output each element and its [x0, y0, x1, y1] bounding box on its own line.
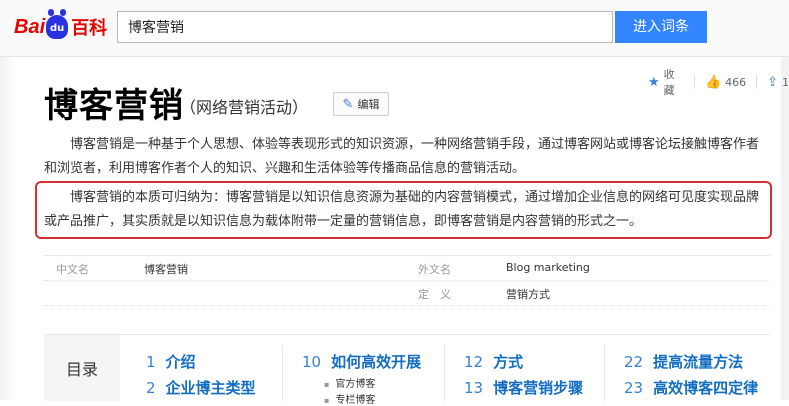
toc-item[interactable]: 10 如何高效开展: [302, 351, 421, 372]
toc-item-number: 1: [146, 353, 156, 371]
toc-item-number: 12: [464, 353, 484, 371]
toc-item-number: 2: [146, 379, 156, 397]
toc-item-label: 企业博主类型: [165, 379, 256, 397]
search-input[interactable]: [117, 11, 613, 43]
toc-title: 目录: [44, 335, 120, 401]
logo-text: Bai: [14, 15, 46, 38]
toc-item[interactable]: 2 企业博主类型: [146, 377, 256, 398]
info-value: 营销方式: [506, 288, 550, 301]
table-of-contents: 目录 1 介绍 2 企业博主类型 10 如何高效开展 官方博客 专栏博客 12 方式 1…: [44, 334, 770, 406]
toc-item-label: 博客营销步骤: [493, 379, 584, 397]
info-name: 外文名: [418, 263, 451, 276]
page-subtitle: （网络营销活动）: [180, 98, 309, 117]
info-value: Blog marketing: [506, 261, 590, 274]
entry-tools: ★ 收藏 👍 466 ⇪ 1: [648, 66, 789, 98]
column-divider: [444, 345, 445, 401]
toc-subitem[interactable]: 官方博客: [324, 375, 375, 390]
toc-item[interactable]: 13 博客营销步骤: [464, 377, 583, 398]
basic-info-table: 中文名 博客营销 外文名 Blog marketing 定 义 营销方式: [44, 255, 770, 306]
toc-item[interactable]: 1 介绍: [146, 351, 196, 372]
toc-item-label: 方式: [493, 353, 524, 371]
column-divider: [282, 345, 283, 401]
baidu-baike-logo[interactable]: Bai du 百科: [14, 9, 108, 44]
enter-entry-button[interactable]: 进入词条: [615, 11, 707, 43]
toc-item-label: 如何高效开展: [331, 353, 422, 371]
divider: [694, 75, 695, 89]
summary-paragraph-1: 博客营销是一种基于个人思想、体验等表现形式的知识资源，一种网络营销手段，通过博客…: [44, 137, 760, 176]
info-name: 定 义: [418, 288, 451, 301]
toc-item-number: 13: [464, 379, 484, 397]
info-name: 中文名: [56, 263, 89, 276]
toc-item-number: 22: [624, 353, 644, 371]
edit-label: 编辑: [357, 98, 380, 111]
edit-button[interactable]: ✎ 编辑: [333, 92, 389, 116]
toc-item-number: 23: [624, 379, 644, 397]
basic-info-row: 定 义 营销方式: [44, 281, 770, 306]
basic-info-row: 中文名 博客营销 外文名 Blog marketing: [44, 256, 770, 281]
top-bar: Bai du 百科 进入词条: [0, 0, 789, 57]
logo-baike-text: 百科: [71, 18, 108, 39]
column-divider: [604, 345, 605, 401]
right-shadow: [781, 57, 789, 400]
favorite-link[interactable]: 收藏: [664, 66, 684, 98]
like-count[interactable]: 466: [725, 76, 746, 89]
star-icon[interactable]: ★: [648, 75, 660, 90]
page-title: 博客营销: [44, 86, 184, 126]
toc-item-number: 10: [302, 353, 322, 371]
divider: [756, 75, 758, 89]
summary-paragraph-2: 博客营销的本质可归纳为：博客营销是以知识信息资源为基础的内容营销模式，通过增加企…: [44, 190, 760, 229]
share-count[interactable]: 1: [782, 76, 789, 89]
toc-item-label: 提高流量方法: [653, 353, 744, 371]
toc-subitem[interactable]: 专栏博客: [324, 391, 375, 406]
toc-item-label: 介绍: [165, 353, 196, 371]
info-value: 博客营销: [144, 263, 188, 276]
paw-icon: du: [46, 9, 69, 39]
toc-item-label: 高效博客四定律: [653, 379, 759, 397]
toc-item[interactable]: 23 高效博客四定律: [624, 377, 758, 398]
left-shadow: [0, 57, 16, 400]
thumbs-up-icon[interactable]: 👍: [705, 75, 721, 90]
toc-item[interactable]: 12 方式: [464, 351, 523, 372]
pencil-icon: ✎: [342, 96, 354, 112]
share-icon[interactable]: ⇪: [767, 75, 778, 90]
toc-item[interactable]: 22 提高流量方法: [624, 351, 743, 372]
